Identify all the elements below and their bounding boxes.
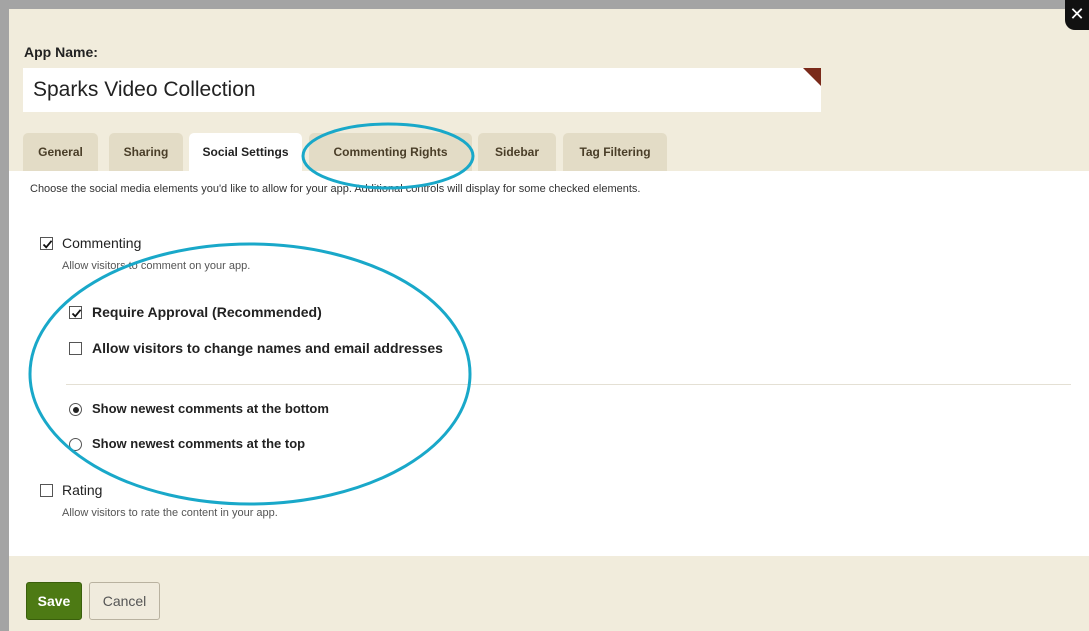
- panel-description: Choose the social media elements you'd l…: [30, 183, 641, 195]
- newest-bottom-radio[interactable]: [69, 403, 82, 416]
- tab-tag-filtering[interactable]: Tag Filtering: [563, 133, 667, 171]
- save-button[interactable]: Save: [26, 582, 82, 620]
- tab-commenting-rights[interactable]: Commenting Rights: [309, 133, 472, 171]
- input-corner-marker: [803, 68, 821, 86]
- app-name-input[interactable]: Sparks Video Collection: [23, 68, 821, 112]
- checkmark-icon: [42, 240, 53, 249]
- close-icon: ✕: [1069, 4, 1085, 25]
- allow-change-names-label: Allow visitors to change names and email…: [92, 340, 443, 356]
- cancel-button[interactable]: Cancel: [89, 582, 160, 620]
- tab-general[interactable]: General: [23, 133, 98, 171]
- checkmark-icon: [71, 309, 82, 318]
- require-approval-label: Require Approval (Recommended): [92, 304, 322, 320]
- dialog-left-border: [0, 0, 9, 631]
- newest-top-radio[interactable]: [69, 438, 82, 451]
- tab-social-settings[interactable]: Social Settings: [189, 133, 302, 172]
- close-button[interactable]: ✕: [1065, 0, 1089, 30]
- newest-bottom-label: Show newest comments at the bottom: [92, 401, 329, 416]
- social-settings-panel: Choose the social media elements you'd l…: [9, 171, 1089, 556]
- newest-top-label: Show newest comments at the top: [92, 436, 306, 451]
- tab-sidebar[interactable]: Sidebar: [478, 133, 556, 171]
- allow-change-names-checkbox[interactable]: [69, 342, 82, 355]
- commenting-checkbox[interactable]: [40, 237, 53, 250]
- divider: [66, 384, 1071, 385]
- tab-sharing[interactable]: Sharing: [109, 133, 183, 171]
- rating-description: Allow visitors to rate the content in yo…: [62, 507, 278, 519]
- commenting-description: Allow visitors to comment on your app.: [62, 260, 251, 272]
- rating-checkbox[interactable]: [40, 484, 53, 497]
- require-approval-checkbox[interactable]: [69, 306, 82, 319]
- app-name-label: App Name:: [24, 44, 98, 60]
- commenting-label: Commenting: [62, 235, 142, 251]
- rating-label: Rating: [62, 482, 103, 498]
- dialog-top-border: [0, 0, 1089, 9]
